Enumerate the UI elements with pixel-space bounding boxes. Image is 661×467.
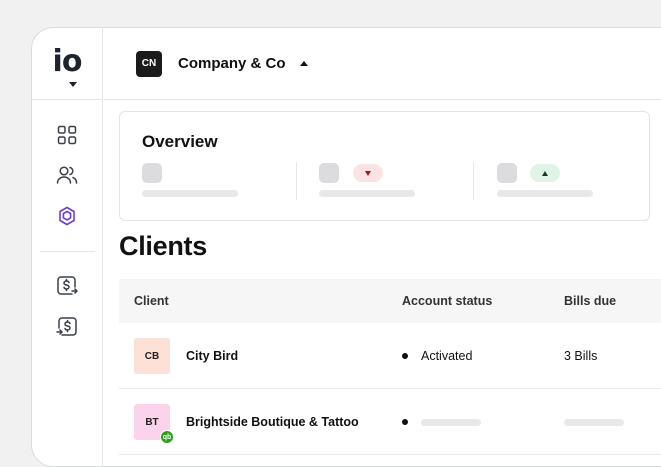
logo-area: io	[32, 28, 102, 100]
company-switcher[interactable]: Company & Co	[178, 55, 286, 72]
status-dot-icon	[402, 353, 408, 359]
column-header-bills-due[interactable]: Bills due	[564, 294, 616, 308]
app-window: io CN Company & Co Overview Clients Clie…	[31, 27, 661, 467]
page-title: Clients	[119, 231, 207, 261]
sidebar-divider	[40, 251, 95, 252]
trend-down-badge	[353, 164, 383, 182]
client-name[interactable]: City Bird	[186, 349, 238, 363]
trend-down-icon	[365, 170, 371, 176]
bills-due-placeholder	[564, 419, 624, 426]
logo-text: io	[52, 44, 83, 79]
sidebar: io	[32, 28, 103, 466]
client-name[interactable]: Brightside Boutique & Tattoo	[186, 415, 359, 429]
column-header-account-status[interactable]: Account status	[402, 294, 492, 308]
sidebar-item-users[interactable]	[55, 163, 79, 187]
account-status: Activated	[421, 349, 473, 363]
trend-up-badge	[530, 164, 560, 182]
column-header-client[interactable]: Client	[134, 294, 169, 308]
stat-placeholder-icon	[142, 163, 162, 183]
app-logo[interactable]: io	[52, 44, 83, 87]
account-status-placeholder	[421, 419, 481, 426]
table-header: Client Account status Bills due	[119, 279, 661, 323]
app-background: io CN Company & Co Overview Clients Clie…	[0, 0, 661, 467]
client-avatar: BT qb	[134, 404, 174, 444]
stat-placeholder-bar	[142, 190, 238, 197]
overview-card: Overview	[119, 111, 650, 221]
top-bar: CN Company & Co	[104, 28, 661, 100]
client-avatar: CB	[134, 338, 170, 374]
stat-placeholder-bar	[319, 190, 415, 197]
status-dot-icon	[402, 419, 408, 425]
stat-placeholder-icon	[319, 163, 339, 183]
company-badge[interactable]: CN	[136, 50, 162, 77]
users-icon	[56, 166, 78, 184]
sidebar-item-payables[interactable]	[55, 274, 79, 298]
trend-up-icon	[542, 170, 548, 176]
caret-up-icon[interactable]	[299, 61, 308, 66]
dashboard-grid-icon	[57, 125, 77, 145]
sidebar-item-receivables[interactable]	[55, 315, 79, 339]
overview-title: Overview	[142, 132, 218, 151]
table-row[interactable]: CB City Bird Activated 3 Bills	[119, 323, 661, 389]
stat-divider	[296, 162, 297, 200]
stat-placeholder-bar	[497, 190, 593, 197]
dollar-out-icon	[57, 276, 78, 295]
quickbooks-icon: qb	[160, 430, 174, 444]
sidebar-item-dashboard[interactable]	[55, 123, 79, 147]
hexagon-icon	[59, 206, 75, 226]
client-avatar-initials: BT	[145, 416, 159, 428]
stat-divider	[473, 162, 474, 200]
logo-pin-icon	[69, 82, 77, 87]
clients-table: Client Account status Bills due CB City …	[119, 279, 661, 455]
dollar-in-icon	[56, 317, 77, 336]
bills-due: 3 Bills	[564, 349, 598, 363]
table-row[interactable]: BT qb Brightside Boutique & Tattoo	[119, 389, 661, 455]
stat-placeholder-icon	[497, 163, 517, 183]
sidebar-item-products[interactable]	[55, 204, 79, 228]
